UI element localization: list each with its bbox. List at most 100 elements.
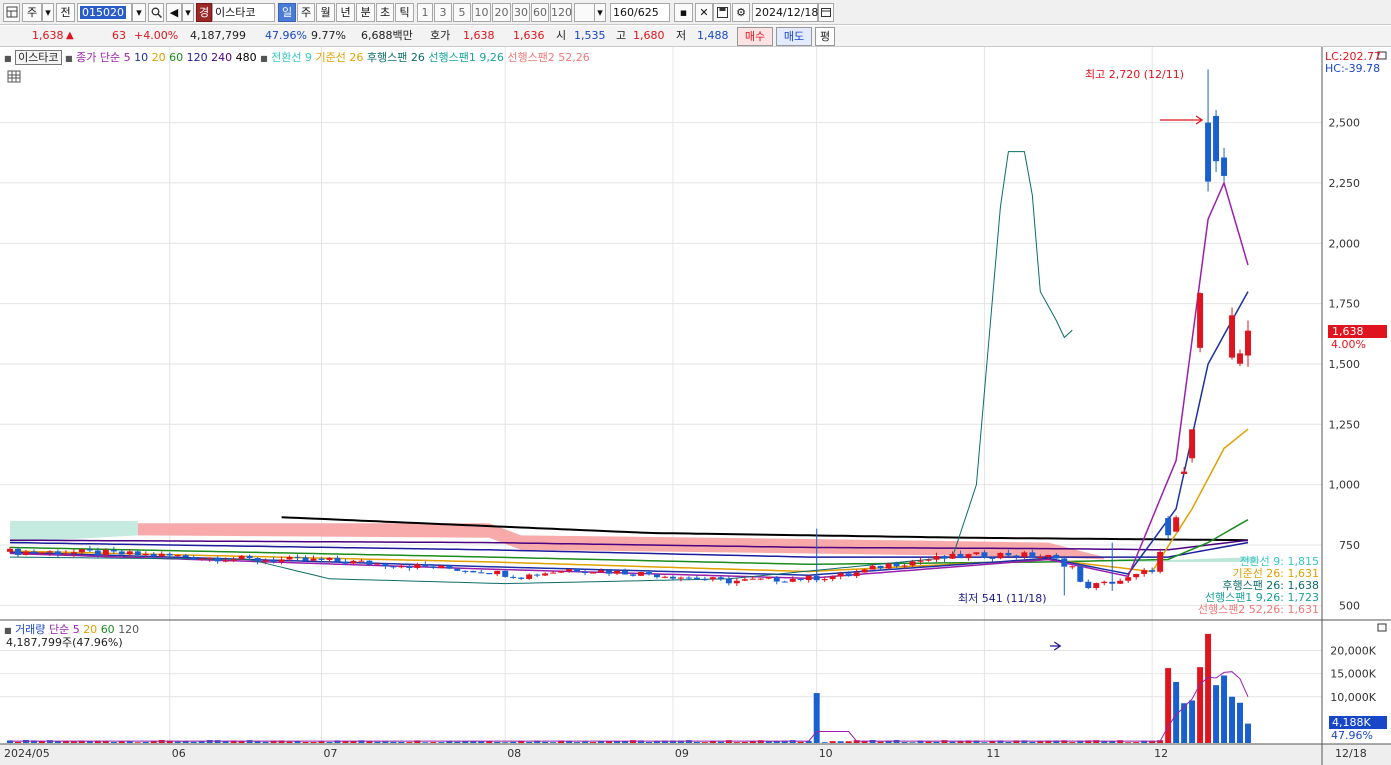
chart-tool-icon[interactable]: ▪ <box>674 3 693 22</box>
price-legend: ■ 이스타코 ■ 종가 단순 5 10 20 60 120 240 480 ■ … <box>4 50 590 66</box>
quote-turnover: 9.77% <box>311 29 346 42</box>
type-select[interactable]: 주 <box>22 3 42 22</box>
x-tick-label: 12/18 <box>1335 747 1367 760</box>
candle-body <box>454 568 461 571</box>
volume-bar <box>925 741 932 743</box>
candle-body <box>46 551 53 553</box>
candle-body <box>366 560 373 565</box>
save-icon[interactable] <box>713 3 731 22</box>
volume-label: 거래량 <box>15 623 46 636</box>
legend-ma-480: 480 <box>235 51 257 64</box>
legend-senkou-b: 선행스팬2 52,26 <box>507 51 590 64</box>
candle-body <box>142 553 149 556</box>
eval-button[interactable]: 평 <box>815 27 835 46</box>
volume-bar <box>1029 741 1036 743</box>
period-year[interactable]: 년 <box>336 3 355 22</box>
search-icon[interactable] <box>148 3 164 22</box>
current-price-tag: 1,638 <box>1328 325 1387 338</box>
x-tick-label: 2024/05 <box>4 747 50 760</box>
period-tick[interactable]: 틱 <box>395 3 414 22</box>
interval-3[interactable]: 3 <box>434 3 452 22</box>
interval-120[interactable]: 120 <box>550 3 572 22</box>
candle-body <box>638 572 644 576</box>
legend-kijun: 기준선 26 <box>315 51 364 64</box>
volume-bar <box>1005 741 1012 743</box>
price-tick-label: 2,250 <box>1329 177 1361 190</box>
candle-body <box>973 552 980 555</box>
type-dropdown-icon[interactable]: ▾ <box>42 3 54 22</box>
x-tick-label: 12 <box>1154 747 1168 760</box>
prev-button[interactable]: 전 <box>56 3 75 22</box>
candle-body <box>1181 471 1188 474</box>
code-input[interactable]: 015020 <box>77 3 132 22</box>
volume-bar <box>118 741 125 743</box>
volume-bar <box>1197 667 1204 743</box>
calendar-icon[interactable] <box>818 3 834 22</box>
layout-icon[interactable] <box>3 3 20 22</box>
quote-change-pct: +4.00% <box>134 29 179 42</box>
candle-body <box>965 554 972 559</box>
candle-body <box>478 572 485 574</box>
sell-button[interactable]: 매도 <box>776 27 812 46</box>
price-tick-label: 500 <box>1339 599 1360 612</box>
candle-body <box>70 552 77 554</box>
price-tick-label: 1,250 <box>1329 418 1361 431</box>
candle-body <box>15 548 21 555</box>
speaker-dropdown-icon[interactable]: ▾ <box>182 3 194 22</box>
period-second[interactable]: 초 <box>376 3 394 22</box>
current-volume-tag: 4,188K <box>1329 716 1387 729</box>
hoga-label: 호가 <box>430 29 451 42</box>
candle-body <box>661 576 668 578</box>
candle-body <box>486 572 493 575</box>
candle-body <box>574 569 581 572</box>
candle-body <box>622 570 628 575</box>
volume-tick-label: 15,000K <box>1330 668 1376 681</box>
price-tick-label: 1,000 <box>1329 479 1361 492</box>
candle-body <box>861 569 868 573</box>
volume-bar <box>1237 702 1243 743</box>
period-day[interactable]: 일 <box>278 3 296 22</box>
interval-20[interactable]: 20 <box>492 3 511 22</box>
period-minute[interactable]: 분 <box>356 3 375 22</box>
legend-ma-prefix: 종가 단순 <box>76 51 121 64</box>
volume-bar <box>310 742 317 743</box>
date-input[interactable]: 2024/12/18 <box>752 3 818 22</box>
speaker-icon[interactable]: ◀ <box>166 3 182 22</box>
period-week[interactable]: 주 <box>297 3 315 22</box>
candle-body <box>685 577 692 579</box>
candle-body <box>645 572 652 575</box>
interval-1[interactable]: 1 <box>417 3 433 22</box>
volume-bar <box>462 741 469 743</box>
candle-body <box>398 566 405 568</box>
count-display[interactable]: 160/625 <box>610 3 670 22</box>
interval-60[interactable]: 60 <box>531 3 549 22</box>
legend-senkou-a: 선행스팬1 9,26 <box>428 51 504 64</box>
candle-body <box>30 551 37 553</box>
volume-tick-label: 20,000K <box>1330 645 1376 658</box>
price-chart[interactable]: 500 750 1,000 1,250 1,500 1,750 2,000 2,250 2,50… <box>0 47 1391 765</box>
candle-body <box>110 549 117 552</box>
candle-body <box>430 566 437 568</box>
candle-body <box>813 575 820 581</box>
interval-10[interactable]: 10 <box>472 3 491 22</box>
stock-name[interactable]: 이스타코 <box>212 3 275 22</box>
code-dropdown-icon[interactable]: ▾ <box>132 3 146 22</box>
interval-30[interactable]: 30 <box>512 3 530 22</box>
candle-body <box>606 570 613 574</box>
candle-body <box>997 552 1004 559</box>
gear-icon[interactable]: ⚙ <box>732 3 750 22</box>
volume-bar <box>134 742 141 743</box>
interval-dropdown-icon[interactable]: ▾ <box>594 3 606 22</box>
candle-body <box>206 557 213 559</box>
candle-body <box>1037 556 1044 558</box>
candle-body <box>837 573 844 577</box>
table-icon[interactable] <box>7 70 21 83</box>
crosshair-icon[interactable]: ✕ <box>695 3 713 22</box>
current-volume-pct: 47.96% <box>1331 729 1373 742</box>
candle-body <box>214 557 221 562</box>
candle-body <box>1149 570 1156 572</box>
buy-button[interactable]: 매수 <box>737 27 773 46</box>
interval-5[interactable]: 5 <box>453 3 471 22</box>
legend-tenkan: 전환선 9 <box>271 51 313 64</box>
period-month[interactable]: 월 <box>316 3 335 22</box>
